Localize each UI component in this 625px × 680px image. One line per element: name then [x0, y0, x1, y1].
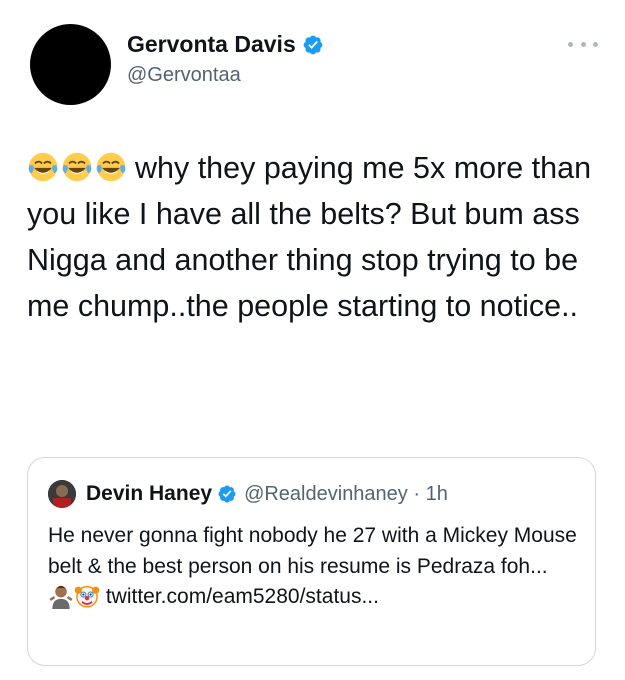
author-display-name[interactable]: Gervonta Davis	[127, 31, 296, 58]
quoted-avatar-photo-icon	[48, 480, 76, 508]
dot	[580, 41, 586, 47]
tears-of-joy-emoji-icon	[62, 152, 92, 182]
dot	[593, 41, 598, 47]
quoted-author-avatar	[48, 480, 76, 508]
verified-badge-icon	[218, 485, 236, 503]
quoted-text-link: twitter.com/​eam5280/status...	[100, 585, 379, 608]
man-shrugging-emoji-icon	[49, 585, 73, 609]
tears-of-joy-emoji-icon	[28, 152, 58, 182]
author-handle[interactable]: @Gervontaa	[127, 64, 241, 87]
clown-face-emoji-icon	[74, 585, 100, 608]
quoted-tweet-card[interactable]: Devin Haney @Realdevinhaney · 1h He neve…	[27, 457, 596, 666]
quoted-author-name: Devin Haney	[86, 482, 213, 505]
tears-of-joy-emoji-icon	[96, 152, 126, 182]
dot	[568, 41, 573, 47]
verified-badge-icon	[303, 35, 323, 54]
quoted-tweet-text: He never gonna fight nobody he 27 with a…	[48, 521, 578, 613]
author-name-row: Gervonta Davis	[127, 31, 324, 58]
tweet-text: why they paying me 5x more than you like…	[27, 145, 597, 329]
quoted-text-before: He never gonna fight nobody he 27 with a…	[48, 524, 577, 578]
author-avatar[interactable]	[30, 24, 111, 105]
more-options-ellipsis-icon[interactable]	[568, 38, 598, 50]
quoted-author-handle-time: @Realdevinhaney · 1h	[244, 482, 448, 505]
quoted-tweet-header: Devin Haney @Realdevinhaney · 1h	[48, 480, 448, 508]
